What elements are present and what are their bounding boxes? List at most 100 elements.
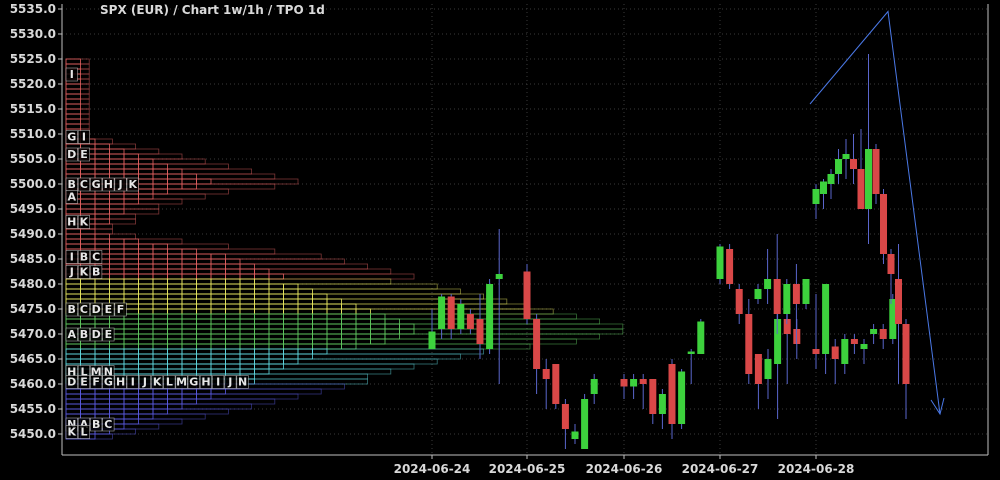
candle-bull: [822, 284, 830, 354]
candle-bull: [581, 399, 589, 449]
tpo-candlestick-chart: IG ID EB C G H J KAH KI B CJ K BB C D E FA B D EH L M ND E F G H I J…: [0, 0, 1000, 480]
candle-bull: [697, 321, 705, 354]
tpo-letter: N: [238, 376, 247, 389]
y-tick-label: 5510.0: [10, 127, 56, 141]
candle-bull: [827, 174, 835, 184]
candle-bear: [831, 346, 839, 359]
candle-bull: [457, 304, 465, 329]
tpo-letter: D: [92, 328, 101, 341]
y-tick-label: 5515.0: [10, 102, 56, 116]
candle-bear: [879, 329, 887, 339]
candle-bull: [842, 154, 850, 159]
candle-bear: [466, 314, 474, 329]
tpo-letter: E: [105, 328, 113, 341]
tpo-letter: D: [67, 148, 76, 161]
y-tick-label: 5465.0: [10, 352, 56, 366]
y-tick-label: 5500.0: [10, 177, 56, 191]
y-tick-label: 5525.0: [10, 52, 56, 66]
tpo-letter: B: [68, 303, 76, 316]
tpo-letter: F: [117, 303, 125, 316]
tpo-letter: G: [104, 376, 113, 389]
candle-bull: [764, 279, 772, 289]
candle-bull: [783, 284, 791, 314]
candle-bear: [533, 319, 541, 369]
candle-bull: [630, 379, 638, 387]
candle-bear: [745, 314, 753, 374]
y-tick-label: 5505.0: [10, 152, 56, 166]
tpo-letter: K: [153, 376, 162, 389]
tpo-letter: K: [80, 216, 89, 229]
y-tick-label: 5530.0: [10, 27, 56, 41]
tpo-letter: G: [92, 178, 101, 191]
candle-bear: [639, 379, 647, 384]
tpo-letter: B: [92, 266, 100, 279]
tpo-letter: C: [104, 418, 112, 431]
candle-bull: [870, 329, 878, 334]
candle-bull: [835, 159, 842, 174]
candle-bull: [865, 149, 872, 209]
tpo-letter: I: [70, 68, 74, 81]
candle-bull: [428, 331, 436, 349]
tpo-letter: J: [118, 178, 123, 191]
chart-background: [0, 0, 1000, 480]
tpo-letter: A: [67, 328, 76, 341]
tpo-letter: B: [80, 251, 88, 264]
candle-bull: [658, 394, 666, 414]
candle-bear: [850, 159, 857, 169]
tpo-letter: L: [166, 376, 173, 389]
y-tick-label: 5470.0: [10, 327, 56, 341]
candle-bear: [887, 254, 895, 274]
candle-bull: [486, 284, 494, 349]
tpo-letter: K: [80, 266, 89, 279]
x-tick-label: 2024-06-26: [586, 462, 663, 476]
tpo-letter: E: [105, 303, 113, 316]
candle-bull: [716, 246, 724, 279]
tpo-letter: K: [128, 178, 137, 191]
tpo-letter: L: [80, 426, 87, 439]
candle-bear: [773, 279, 781, 314]
tpo-letter: A: [67, 191, 76, 204]
candle-bear: [523, 271, 531, 319]
tpo-letter: H: [104, 178, 113, 191]
tpo-letter: J: [227, 376, 232, 389]
tpo-letter: B: [80, 328, 88, 341]
candle-bull: [754, 289, 762, 299]
candle-bull: [764, 359, 772, 379]
candle-bull: [802, 279, 810, 304]
tpo-letter: D: [92, 303, 101, 316]
tpo-letter: I: [131, 376, 135, 389]
tpo-letter: B: [92, 418, 100, 431]
candle-bear: [812, 349, 820, 354]
candle-bear: [792, 284, 800, 304]
tpo-letter: B: [68, 178, 76, 191]
candle-bear: [850, 339, 858, 344]
tpo-letter: I: [70, 251, 74, 264]
candle-bear: [902, 324, 910, 384]
candle-bear: [620, 379, 628, 387]
candle-bear: [552, 364, 560, 404]
x-tick-label: 2024-06-27: [682, 462, 759, 476]
candle-bull: [590, 379, 598, 394]
tpo-letter: E: [80, 376, 88, 389]
tpo-letter: K: [67, 426, 76, 439]
candle-bear: [857, 169, 865, 209]
tpo-letter: M: [176, 376, 187, 389]
tpo-letter: H: [67, 216, 76, 229]
tpo-letter: H: [201, 376, 210, 389]
y-tick-label: 5495.0: [10, 202, 56, 216]
y-tick-label: 5480.0: [10, 277, 56, 291]
candle-bear: [726, 249, 734, 284]
candle-bear: [872, 149, 880, 194]
tpo-letter: J: [142, 376, 147, 389]
candle-bull: [678, 371, 686, 424]
candle-bear: [754, 354, 762, 384]
tpo-letter: D: [67, 376, 76, 389]
tpo-letter: I: [82, 131, 86, 144]
tpo-letter: I: [216, 376, 220, 389]
candle-bull: [571, 431, 579, 439]
candle-bull: [841, 339, 849, 364]
tpo-letter: G: [189, 376, 198, 389]
candle-bear: [668, 364, 676, 424]
candle-bear: [735, 289, 743, 314]
tpo-letter: J: [69, 266, 74, 279]
